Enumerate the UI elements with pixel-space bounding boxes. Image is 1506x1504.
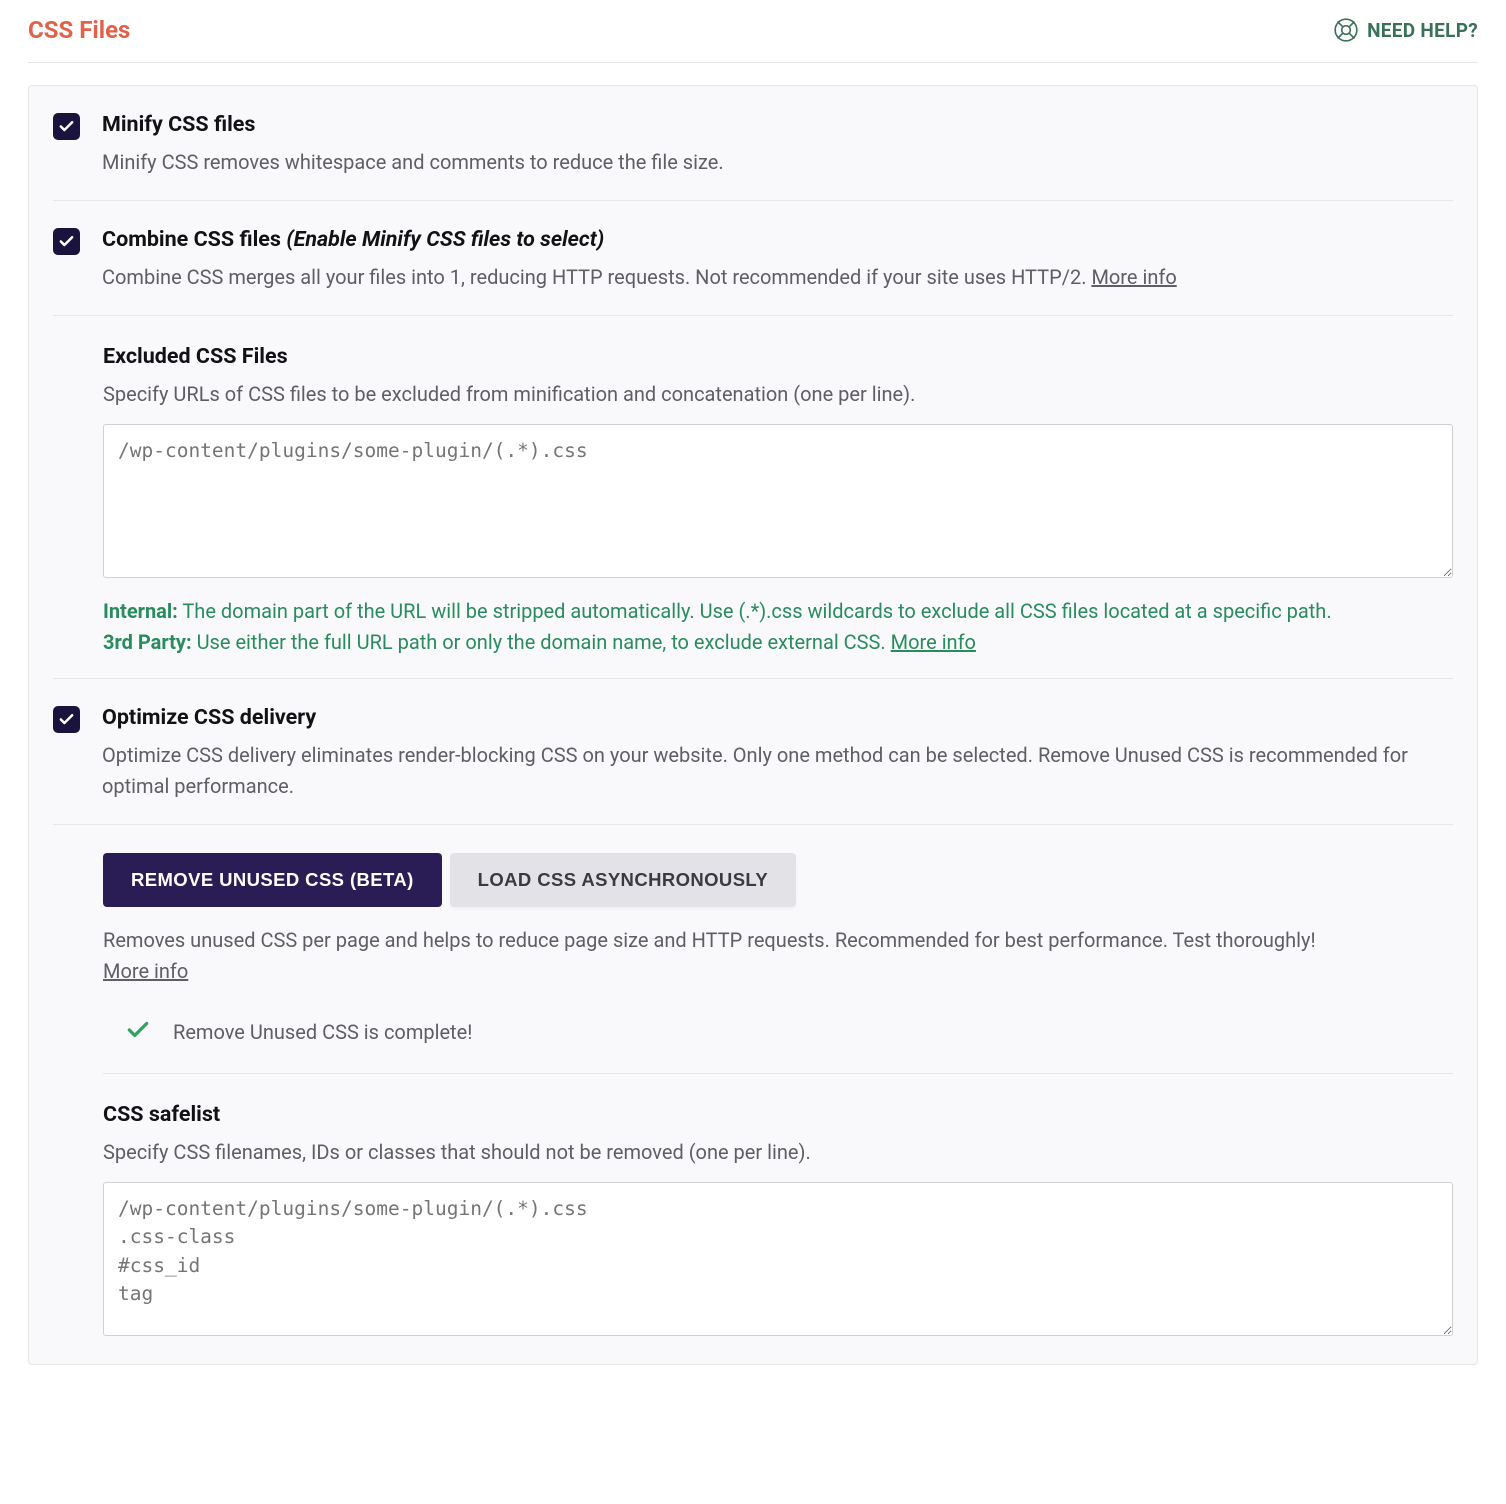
delivery-method-tabs: REMOVE UNUSED CSS (BETA) LOAD CSS ASYNCH… bbox=[103, 853, 1453, 907]
excluded-css-desc: Specify URLs of CSS files to be excluded… bbox=[103, 379, 1453, 410]
subsection-css-safelist: CSS safelist Specify CSS filenames, IDs … bbox=[103, 1074, 1453, 1340]
css-settings-panel: Minify CSS files Minify CSS removes whit… bbox=[28, 85, 1478, 1365]
optimize-css-desc: Optimize CSS delivery eliminates render-… bbox=[102, 740, 1453, 802]
css-safelist-desc: Specify CSS filenames, IDs or classes th… bbox=[103, 1137, 1453, 1168]
minify-css-desc: Minify CSS removes whitespace and commen… bbox=[102, 147, 1453, 178]
css-safelist-textarea[interactable] bbox=[103, 1182, 1453, 1336]
tab-remove-unused-css[interactable]: REMOVE UNUSED CSS (BETA) bbox=[103, 853, 442, 907]
option-combine-css: Combine CSS files (Enable Minify CSS fil… bbox=[53, 201, 1453, 316]
subsection-delivery-method: REMOVE UNUSED CSS (BETA) LOAD CSS ASYNCH… bbox=[53, 825, 1453, 1340]
check-icon bbox=[58, 233, 75, 250]
excluded-css-title: Excluded CSS Files bbox=[103, 344, 1453, 369]
minify-css-checkbox[interactable] bbox=[53, 113, 80, 140]
excluded-css-textarea[interactable] bbox=[103, 424, 1453, 578]
section-header: CSS Files NEED HELP? bbox=[28, 16, 1478, 63]
option-minify-css: Minify CSS files Minify CSS removes whit… bbox=[53, 86, 1453, 201]
check-icon bbox=[125, 1017, 151, 1047]
subsection-excluded-css: Excluded CSS Files Specify URLs of CSS f… bbox=[53, 316, 1453, 679]
check-icon bbox=[58, 118, 75, 135]
section-title: CSS Files bbox=[28, 16, 130, 44]
status-text: Remove Unused CSS is complete! bbox=[173, 1020, 472, 1044]
remove-unused-css-status: Remove Unused CSS is complete! bbox=[103, 991, 1453, 1074]
css-safelist-title: CSS safelist bbox=[103, 1102, 1453, 1127]
minify-css-title: Minify CSS files bbox=[102, 112, 1453, 137]
optimize-css-title: Optimize CSS delivery bbox=[102, 705, 1453, 730]
combine-more-info-link[interactable]: More info bbox=[1091, 265, 1176, 289]
excluded-more-info-link[interactable]: More info bbox=[891, 630, 976, 654]
check-icon bbox=[58, 711, 75, 728]
combine-css-title: Combine CSS files (Enable Minify CSS fil… bbox=[102, 227, 1453, 252]
tab-load-css-async[interactable]: LOAD CSS ASYNCHRONOUSLY bbox=[450, 853, 797, 907]
need-help-label: NEED HELP? bbox=[1367, 19, 1478, 42]
combine-css-desc: Combine CSS merges all your files into 1… bbox=[102, 262, 1453, 293]
delivery-tab-desc: Removes unused CSS per page and helps to… bbox=[103, 925, 1453, 987]
option-optimize-css-delivery: Optimize CSS delivery Optimize CSS deliv… bbox=[53, 679, 1453, 825]
combine-css-checkbox[interactable] bbox=[53, 228, 80, 255]
delivery-more-info-link[interactable]: More info bbox=[103, 959, 188, 983]
excluded-css-hint: Internal: The domain part of the URL wil… bbox=[103, 596, 1453, 658]
lifebuoy-icon bbox=[1333, 17, 1359, 43]
optimize-css-checkbox[interactable] bbox=[53, 706, 80, 733]
need-help-link[interactable]: NEED HELP? bbox=[1333, 17, 1478, 43]
